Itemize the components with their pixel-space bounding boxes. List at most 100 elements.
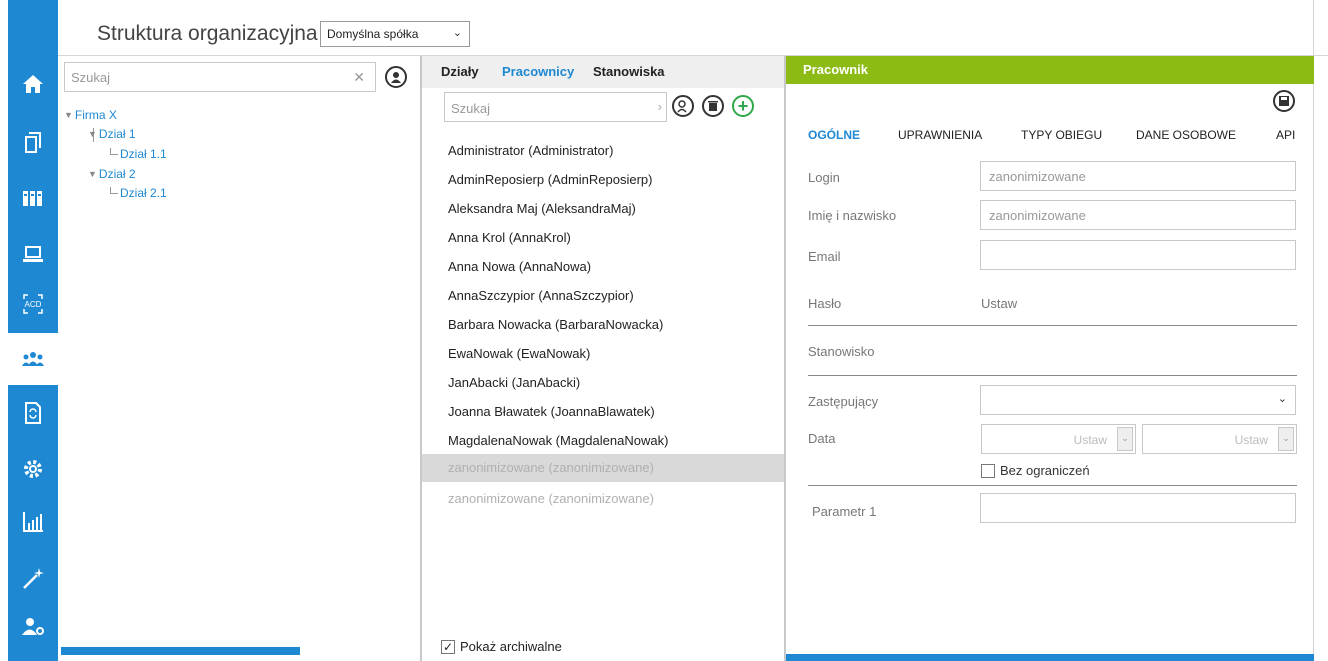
list-item[interactable]: Barbara Nowacka (BarbaraNowacka) <box>422 311 784 339</box>
nav-laptop[interactable] <box>8 228 58 280</box>
param1-field[interactable] <box>980 493 1296 523</box>
save-button[interactable] <box>1273 90 1295 112</box>
name-field[interactable]: zanonimizowane <box>980 200 1296 230</box>
login-label: Login <box>808 170 840 185</box>
nav-binders[interactable] <box>8 172 58 224</box>
param1-label: Parametr 1 <box>812 504 877 519</box>
acd-icon-text: ACD <box>25 300 42 309</box>
nav-settings[interactable] <box>8 443 58 495</box>
list-item[interactable]: zanonimizowane (zanonimizowane) <box>422 485 784 513</box>
delete-user-button[interactable] <box>702 95 724 117</box>
tree-node-firma-x[interactable]: ▼ Firma X <box>64 108 117 122</box>
unlimited-checkbox[interactable]: Bez ograniczeń <box>981 463 1090 478</box>
nav-acd[interactable]: ACD <box>8 278 58 330</box>
tree-horizontal-scrollbar[interactable] <box>61 647 300 655</box>
list-item-selected[interactable]: zanonimizowane (zanonimizowane) <box>422 454 784 482</box>
tab-general[interactable]: OGÓLNE <box>808 128 860 142</box>
tree-node-dzial-2[interactable]: ▼ Dział 2 <box>88 167 136 181</box>
section-divider <box>808 375 1297 376</box>
tab-personal-data[interactable]: DANE OSOBOWE <box>1136 128 1236 142</box>
list-item[interactable]: Anna Nowa (AnnaNowa) <box>422 253 784 281</box>
left-navigation-bar: ACD <box>8 0 58 661</box>
email-label: Email <box>808 249 841 264</box>
name-value: zanonimizowane <box>989 208 1086 223</box>
tree-search-input[interactable]: Szukaj ✕ <box>64 62 376 92</box>
users-icon <box>22 352 44 366</box>
tab-workflow-types[interactable]: TYPY OBIEGU <box>1021 128 1102 142</box>
login-value: zanonimizowane <box>989 169 1086 184</box>
chevron-down-icon[interactable]: ⌄ <box>1117 427 1133 451</box>
plus-icon: + <box>737 96 749 116</box>
list-item[interactable]: AdminReposierp (AdminReposierp) <box>422 166 784 194</box>
nav-documents[interactable] <box>8 116 58 168</box>
floppy-disk-icon <box>1279 96 1289 106</box>
tab-permissions[interactable]: UPRAWNIENIA <box>898 128 982 142</box>
substitute-select[interactable]: ⌄ <box>980 385 1296 415</box>
list-item[interactable]: MagdalenaNowak (MagdalenaNowak) <box>422 427 784 455</box>
section-divider <box>808 485 1297 486</box>
set-password-link[interactable]: Ustaw <box>981 296 1017 311</box>
checkbox-checked-icon[interactable]: ✓ <box>441 639 455 654</box>
tree-node-label: Dział 1.1 <box>120 147 167 161</box>
refresh-document-icon <box>25 402 41 424</box>
tree-node-dzial-2-1[interactable]: Dział 2.1 <box>110 186 167 200</box>
company-select[interactable]: Domyślna spółka ⌄ <box>320 21 470 47</box>
list-item[interactable]: Anna Krol (AnnaKrol) <box>422 224 784 252</box>
nav-workflow[interactable] <box>8 387 58 439</box>
page-title: Struktura organizacyjna <box>97 22 318 45</box>
unlimited-label: Bez ograniczeń <box>1000 463 1090 478</box>
user-settings-icon <box>22 618 44 635</box>
list-item[interactable]: EwaNowak (EwaNowak) <box>422 340 784 368</box>
checkbox-unchecked-icon[interactable] <box>981 463 995 478</box>
clear-icon[interactable]: ✕ <box>353 69 365 86</box>
expand-triangle-icon: ▼ <box>88 129 97 139</box>
tab-positions[interactable]: Stanowiska <box>593 64 665 79</box>
show-archived-checkbox[interactable]: ✓ Pokaż archiwalne <box>441 639 562 654</box>
employee-search-input[interactable]: Szukaj › <box>444 92 667 122</box>
nav-home[interactable] <box>8 58 58 110</box>
add-user-button[interactable]: + <box>732 95 754 117</box>
nav-users[interactable] <box>8 333 58 385</box>
expand-triangle-icon: ▼ <box>88 169 97 179</box>
gear-icon <box>24 460 42 478</box>
tree-user-button[interactable] <box>385 66 407 88</box>
show-archived-label: Pokaż archiwalne <box>460 639 562 654</box>
form-header: Pracownik <box>786 56 1314 84</box>
list-item[interactable]: Administrator (Administrator) <box>422 137 784 165</box>
list-item[interactable]: Aleksandra Maj (AleksandraMaj) <box>422 195 784 223</box>
tab-departments[interactable]: Działy <box>441 64 479 79</box>
tree-connector <box>110 186 118 194</box>
nav-reports[interactable] <box>8 496 58 548</box>
nav-wizard[interactable] <box>8 552 58 604</box>
chevron-down-icon: ⌄ <box>452 27 462 39</box>
date-label: Data <box>808 431 836 446</box>
tree-node-label: Firma X <box>74 108 117 122</box>
tree-node-dzial-1[interactable]: ▼ Dział 1 <box>88 127 136 141</box>
user-search-icon <box>677 100 687 113</box>
tree-node-label: Dział 2 <box>98 167 136 181</box>
tab-employees[interactable]: Pracownicy <box>502 64 574 79</box>
panel-divider[interactable] <box>784 56 786 661</box>
list-tabs: Działy Pracownicy Stanowiska <box>422 56 784 88</box>
date-to-picker[interactable]: Ustaw ⌄ <box>1142 424 1297 454</box>
documents-icon <box>25 132 41 153</box>
find-user-button[interactable] <box>672 95 694 117</box>
position-label: Stanowisko <box>808 344 875 359</box>
list-item[interactable]: JanAbacki (JanAbacki) <box>422 369 784 397</box>
tree-node-dzial-1-1[interactable]: Dział 1.1 <box>110 147 167 161</box>
date-from-picker[interactable]: Ustaw ⌄ <box>981 424 1136 454</box>
login-field[interactable]: zanonimizowane <box>980 161 1296 191</box>
home-icon <box>23 75 43 93</box>
list-item[interactable]: Joanna Bławatek (JoannaBlawatek) <box>422 398 784 426</box>
nav-user-settings[interactable] <box>8 600 58 652</box>
chevron-down-icon[interactable]: ⌄ <box>1278 427 1294 451</box>
email-field[interactable] <box>980 240 1296 270</box>
laptop-icon <box>23 246 43 262</box>
list-item[interactable]: AnnaSzczypior (AnnaSzczypior) <box>422 282 784 310</box>
form-horizontal-scrollbar[interactable] <box>786 654 1314 661</box>
tree-node-label: Dział 2.1 <box>120 186 167 200</box>
chevron-right-icon: › <box>657 99 662 114</box>
tree-search-placeholder: Szukaj <box>71 70 111 85</box>
tab-api[interactable]: API <box>1276 128 1295 142</box>
company-select-value: Domyślna spółka <box>327 27 419 41</box>
